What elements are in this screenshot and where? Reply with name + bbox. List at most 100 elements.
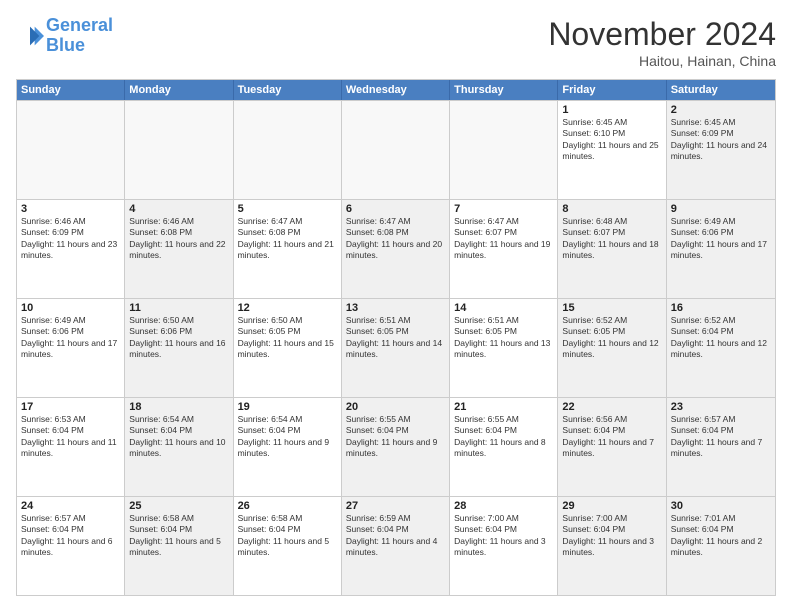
day-number: 22 — [562, 401, 661, 413]
day-info: Sunrise: 6:45 AM Sunset: 6:10 PM Dayligh… — [562, 117, 661, 163]
day-number: 3 — [21, 203, 120, 215]
calendar-cell: 1Sunrise: 6:45 AM Sunset: 6:10 PM Daylig… — [558, 101, 666, 199]
day-info: Sunrise: 7:00 AM Sunset: 6:04 PM Dayligh… — [454, 513, 553, 559]
day-info: Sunrise: 6:49 AM Sunset: 6:06 PM Dayligh… — [21, 315, 120, 361]
day-number: 29 — [562, 500, 661, 512]
day-number: 7 — [454, 203, 553, 215]
day-info: Sunrise: 6:51 AM Sunset: 6:05 PM Dayligh… — [454, 315, 553, 361]
day-number: 20 — [346, 401, 445, 413]
day-number: 5 — [238, 203, 337, 215]
calendar-cell: 10Sunrise: 6:49 AM Sunset: 6:06 PM Dayli… — [17, 299, 125, 397]
calendar-week-row: 3Sunrise: 6:46 AM Sunset: 6:09 PM Daylig… — [17, 199, 775, 298]
calendar-cell: 30Sunrise: 7:01 AM Sunset: 6:04 PM Dayli… — [667, 497, 775, 595]
day-number: 4 — [129, 203, 228, 215]
day-number: 15 — [562, 302, 661, 314]
day-info: Sunrise: 6:55 AM Sunset: 6:04 PM Dayligh… — [346, 414, 445, 460]
day-number: 13 — [346, 302, 445, 314]
day-number: 21 — [454, 401, 553, 413]
day-info: Sunrise: 6:59 AM Sunset: 6:04 PM Dayligh… — [346, 513, 445, 559]
day-number: 17 — [21, 401, 120, 413]
calendar-cell: 3Sunrise: 6:46 AM Sunset: 6:09 PM Daylig… — [17, 200, 125, 298]
day-info: Sunrise: 6:56 AM Sunset: 6:04 PM Dayligh… — [562, 414, 661, 460]
day-number: 14 — [454, 302, 553, 314]
day-info: Sunrise: 6:47 AM Sunset: 6:07 PM Dayligh… — [454, 216, 553, 262]
weekday-header: Tuesday — [234, 80, 342, 100]
day-number: 28 — [454, 500, 553, 512]
day-info: Sunrise: 6:47 AM Sunset: 6:08 PM Dayligh… — [346, 216, 445, 262]
day-number: 23 — [671, 401, 771, 413]
day-info: Sunrise: 6:47 AM Sunset: 6:08 PM Dayligh… — [238, 216, 337, 262]
day-info: Sunrise: 6:52 AM Sunset: 6:05 PM Dayligh… — [562, 315, 661, 361]
month-title: November 2024 — [548, 16, 776, 53]
day-number: 16 — [671, 302, 771, 314]
day-info: Sunrise: 6:57 AM Sunset: 6:04 PM Dayligh… — [671, 414, 771, 460]
day-info: Sunrise: 6:55 AM Sunset: 6:04 PM Dayligh… — [454, 414, 553, 460]
calendar-cell: 21Sunrise: 6:55 AM Sunset: 6:04 PM Dayli… — [450, 398, 558, 496]
day-info: Sunrise: 6:54 AM Sunset: 6:04 PM Dayligh… — [129, 414, 228, 460]
day-info: Sunrise: 6:53 AM Sunset: 6:04 PM Dayligh… — [21, 414, 120, 460]
page: General Blue November 2024 Haitou, Haina… — [0, 0, 792, 612]
calendar-cell: 12Sunrise: 6:50 AM Sunset: 6:05 PM Dayli… — [234, 299, 342, 397]
day-number: 10 — [21, 302, 120, 314]
calendar-cell: 25Sunrise: 6:58 AM Sunset: 6:04 PM Dayli… — [125, 497, 233, 595]
day-number: 26 — [238, 500, 337, 512]
day-info: Sunrise: 6:57 AM Sunset: 6:04 PM Dayligh… — [21, 513, 120, 559]
calendar-week-row: 10Sunrise: 6:49 AM Sunset: 6:06 PM Dayli… — [17, 298, 775, 397]
calendar-cell — [450, 101, 558, 199]
day-number: 1 — [562, 104, 661, 116]
calendar-cell: 14Sunrise: 6:51 AM Sunset: 6:05 PM Dayli… — [450, 299, 558, 397]
weekday-header: Monday — [125, 80, 233, 100]
logo-icon — [16, 22, 44, 50]
day-number: 6 — [346, 203, 445, 215]
day-number: 8 — [562, 203, 661, 215]
day-info: Sunrise: 6:54 AM Sunset: 6:04 PM Dayligh… — [238, 414, 337, 460]
calendar-cell: 28Sunrise: 7:00 AM Sunset: 6:04 PM Dayli… — [450, 497, 558, 595]
day-number: 30 — [671, 500, 771, 512]
calendar-cell — [17, 101, 125, 199]
day-info: Sunrise: 7:01 AM Sunset: 6:04 PM Dayligh… — [671, 513, 771, 559]
calendar-cell: 11Sunrise: 6:50 AM Sunset: 6:06 PM Dayli… — [125, 299, 233, 397]
calendar-cell: 29Sunrise: 7:00 AM Sunset: 6:04 PM Dayli… — [558, 497, 666, 595]
day-info: Sunrise: 6:46 AM Sunset: 6:08 PM Dayligh… — [129, 216, 228, 262]
calendar-cell: 4Sunrise: 6:46 AM Sunset: 6:08 PM Daylig… — [125, 200, 233, 298]
calendar-cell: 7Sunrise: 6:47 AM Sunset: 6:07 PM Daylig… — [450, 200, 558, 298]
calendar-cell: 5Sunrise: 6:47 AM Sunset: 6:08 PM Daylig… — [234, 200, 342, 298]
calendar-cell: 15Sunrise: 6:52 AM Sunset: 6:05 PM Dayli… — [558, 299, 666, 397]
day-info: Sunrise: 6:52 AM Sunset: 6:04 PM Dayligh… — [671, 315, 771, 361]
calendar-cell: 27Sunrise: 6:59 AM Sunset: 6:04 PM Dayli… — [342, 497, 450, 595]
calendar-cell: 23Sunrise: 6:57 AM Sunset: 6:04 PM Dayli… — [667, 398, 775, 496]
day-number: 2 — [671, 104, 771, 116]
day-number: 18 — [129, 401, 228, 413]
calendar-header: SundayMondayTuesdayWednesdayThursdayFrid… — [17, 80, 775, 100]
calendar-cell: 13Sunrise: 6:51 AM Sunset: 6:05 PM Dayli… — [342, 299, 450, 397]
header: General Blue November 2024 Haitou, Haina… — [16, 16, 776, 69]
day-number: 11 — [129, 302, 228, 314]
calendar-cell: 20Sunrise: 6:55 AM Sunset: 6:04 PM Dayli… — [342, 398, 450, 496]
day-info: Sunrise: 6:50 AM Sunset: 6:06 PM Dayligh… — [129, 315, 228, 361]
calendar-cell: 17Sunrise: 6:53 AM Sunset: 6:04 PM Dayli… — [17, 398, 125, 496]
day-info: Sunrise: 6:48 AM Sunset: 6:07 PM Dayligh… — [562, 216, 661, 262]
day-number: 9 — [671, 203, 771, 215]
weekday-header: Wednesday — [342, 80, 450, 100]
day-info: Sunrise: 6:51 AM Sunset: 6:05 PM Dayligh… — [346, 315, 445, 361]
calendar-week-row: 24Sunrise: 6:57 AM Sunset: 6:04 PM Dayli… — [17, 496, 775, 595]
logo-text: General Blue — [46, 16, 113, 56]
location: Haitou, Hainan, China — [548, 53, 776, 69]
day-number: 19 — [238, 401, 337, 413]
calendar-cell — [234, 101, 342, 199]
title-area: November 2024 Haitou, Hainan, China — [548, 16, 776, 69]
calendar-week-row: 17Sunrise: 6:53 AM Sunset: 6:04 PM Dayli… — [17, 397, 775, 496]
calendar-cell: 22Sunrise: 6:56 AM Sunset: 6:04 PM Dayli… — [558, 398, 666, 496]
calendar-cell: 26Sunrise: 6:58 AM Sunset: 6:04 PM Dayli… — [234, 497, 342, 595]
day-info: Sunrise: 6:45 AM Sunset: 6:09 PM Dayligh… — [671, 117, 771, 163]
weekday-header: Thursday — [450, 80, 558, 100]
weekday-header: Saturday — [667, 80, 775, 100]
calendar-cell: 6Sunrise: 6:47 AM Sunset: 6:08 PM Daylig… — [342, 200, 450, 298]
logo: General Blue — [16, 16, 113, 56]
calendar-body: 1Sunrise: 6:45 AM Sunset: 6:10 PM Daylig… — [17, 100, 775, 595]
day-number: 24 — [21, 500, 120, 512]
weekday-header: Sunday — [17, 80, 125, 100]
calendar-cell: 16Sunrise: 6:52 AM Sunset: 6:04 PM Dayli… — [667, 299, 775, 397]
day-info: Sunrise: 6:49 AM Sunset: 6:06 PM Dayligh… — [671, 216, 771, 262]
calendar-cell: 8Sunrise: 6:48 AM Sunset: 6:07 PM Daylig… — [558, 200, 666, 298]
